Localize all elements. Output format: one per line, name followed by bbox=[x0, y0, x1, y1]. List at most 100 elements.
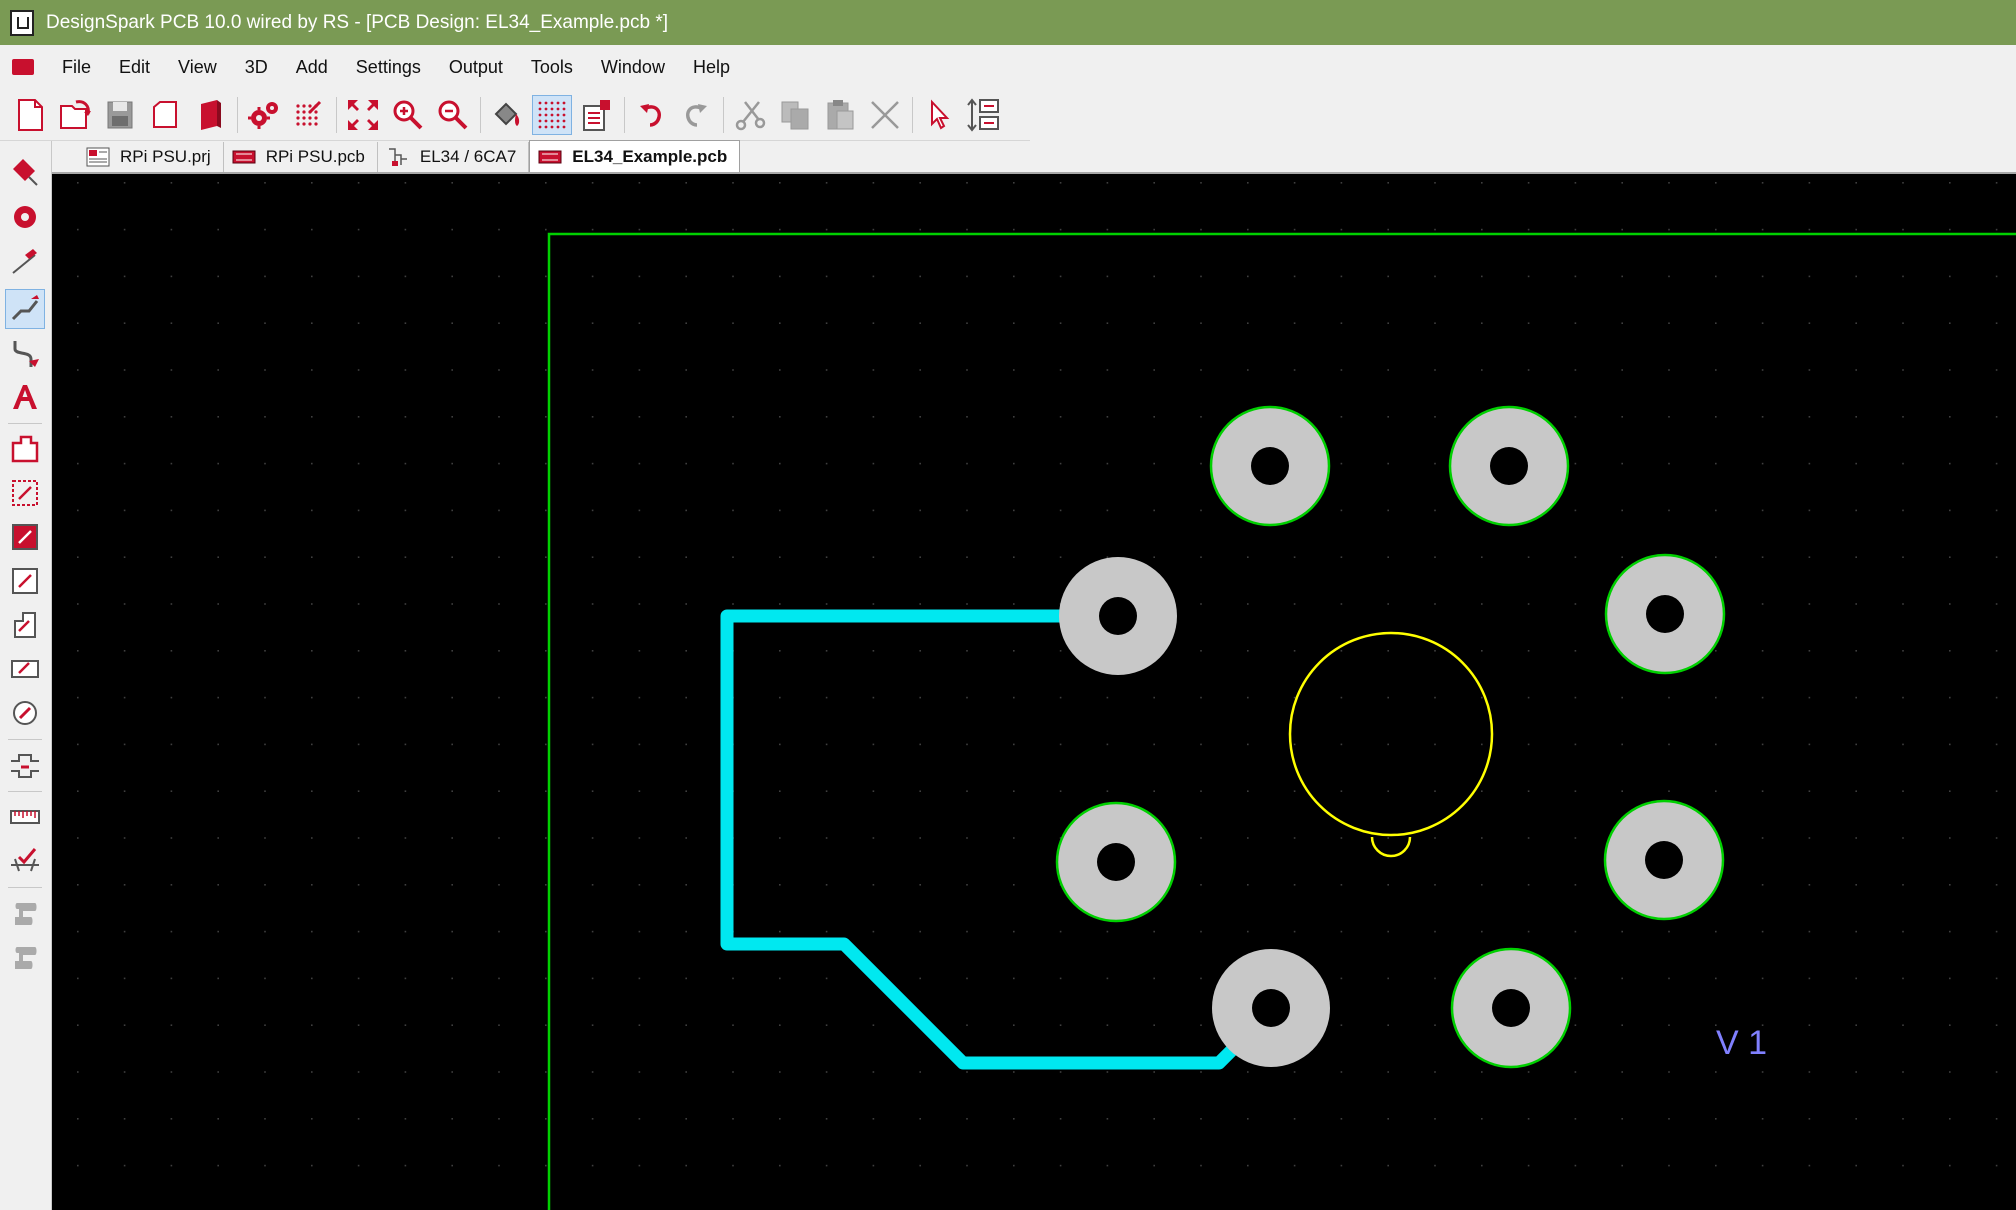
silkscreen-outline bbox=[1288, 631, 1494, 858]
pad-7[interactable] bbox=[1212, 949, 1330, 1067]
main-toolbar bbox=[0, 89, 1030, 141]
properties-icon bbox=[583, 99, 610, 131]
add-component-button[interactable] bbox=[5, 151, 45, 191]
zoom-out-button[interactable] bbox=[433, 95, 473, 135]
menu-add[interactable]: Add bbox=[282, 45, 342, 89]
add-doc-symbol-button[interactable] bbox=[5, 649, 45, 689]
tab-el34-example-pcb[interactable]: EL34_Example.pcb bbox=[529, 140, 741, 172]
copy-icon bbox=[781, 101, 809, 129]
pad-6[interactable] bbox=[1603, 799, 1725, 921]
ruler-icon bbox=[10, 810, 40, 824]
menu-settings[interactable]: Settings bbox=[342, 45, 435, 89]
assistant-1-button[interactable] bbox=[5, 893, 45, 933]
zoom-in-icon bbox=[393, 100, 423, 129]
menu-help[interactable]: Help bbox=[679, 45, 744, 89]
add-curved-track-button[interactable] bbox=[5, 333, 45, 373]
add-text-button[interactable] bbox=[5, 377, 45, 417]
left-tool-sidebar bbox=[0, 141, 52, 1210]
copy-button[interactable] bbox=[775, 95, 815, 135]
component-reference-label[interactable]: V 1 bbox=[1716, 1024, 1767, 1062]
add-copper-pour-button[interactable] bbox=[5, 517, 45, 557]
grid-dots-icon bbox=[296, 100, 322, 126]
menu-edit[interactable]: Edit bbox=[105, 45, 164, 89]
delete-x-icon bbox=[871, 100, 899, 129]
new-file-button[interactable] bbox=[10, 95, 50, 135]
tab-label: RPi PSU.prj bbox=[120, 147, 211, 166]
pad-4[interactable] bbox=[1604, 553, 1726, 675]
interaction-manager-button[interactable] bbox=[964, 95, 1004, 135]
pcb-drawing[interactable]: V 1 bbox=[52, 174, 2016, 1210]
add-shape-button[interactable] bbox=[5, 243, 45, 283]
menu-output[interactable]: Output bbox=[435, 45, 517, 89]
tab-label: RPi PSU.pcb bbox=[265, 147, 365, 166]
pad-1[interactable] bbox=[1209, 405, 1331, 527]
toolbar-separator bbox=[237, 96, 238, 133]
select-pointer-button[interactable] bbox=[919, 95, 959, 135]
interaction-manager-icon bbox=[967, 97, 999, 132]
app-icon bbox=[10, 9, 34, 36]
zoom-fit-icon bbox=[348, 99, 378, 130]
board-outline-button[interactable] bbox=[5, 429, 45, 469]
redo-button[interactable] bbox=[676, 95, 716, 135]
tab-el34-6ca7[interactable]: EL34 / 6CA7 bbox=[378, 142, 530, 172]
library-button[interactable] bbox=[190, 95, 230, 135]
sidebar-separator bbox=[8, 791, 42, 792]
undo-button[interactable] bbox=[631, 95, 671, 135]
add-pad-button[interactable] bbox=[5, 197, 45, 237]
paste-icon bbox=[827, 99, 854, 129]
cut-button[interactable] bbox=[730, 95, 770, 135]
open-file-icon bbox=[60, 99, 91, 129]
toolbar-separator bbox=[336, 96, 337, 133]
menu-view[interactable]: View bbox=[164, 45, 231, 89]
tab-rpi-psu-prj[interactable]: RPi PSU.prj bbox=[78, 142, 224, 172]
menu-window[interactable]: Window bbox=[587, 45, 679, 89]
toolbar-separator bbox=[912, 96, 913, 133]
track-icon bbox=[11, 295, 39, 321]
paint-bucket-icon bbox=[494, 102, 520, 126]
window-title: DesignSpark PCB 10.0 wired by RS - [PCB … bbox=[46, 11, 669, 33]
properties-button[interactable] bbox=[577, 95, 617, 135]
add-jumper-button[interactable] bbox=[5, 745, 45, 785]
project-icon bbox=[86, 147, 110, 167]
add-keepout-button[interactable] bbox=[5, 561, 45, 601]
copper-track[interactable] bbox=[720, 609, 1278, 1070]
add-track-button[interactable] bbox=[5, 289, 45, 329]
pad-2[interactable] bbox=[1448, 405, 1570, 527]
menu-bar: File Edit View 3D Add Settings Output To… bbox=[0, 45, 2016, 89]
delete-button[interactable] bbox=[865, 95, 905, 135]
save-button[interactable] bbox=[100, 95, 140, 135]
pad-3[interactable] bbox=[1059, 557, 1177, 675]
scissors-icon bbox=[735, 100, 766, 130]
fill-color-button[interactable] bbox=[487, 95, 527, 135]
grid-toggle-button[interactable] bbox=[532, 94, 572, 135]
component-icon bbox=[386, 147, 410, 167]
pad-5[interactable] bbox=[1055, 801, 1177, 923]
sidebar-separator bbox=[8, 887, 42, 888]
grid-settings-button[interactable] bbox=[289, 95, 329, 135]
assistant-2-button[interactable] bbox=[5, 937, 45, 977]
sidebar-separator bbox=[8, 423, 42, 424]
zoom-fit-button[interactable] bbox=[343, 95, 383, 135]
menu-file[interactable]: File bbox=[48, 45, 105, 89]
design-check-button[interactable] bbox=[5, 841, 45, 881]
open-folder-button[interactable] bbox=[145, 95, 185, 135]
undo-icon bbox=[640, 103, 661, 127]
add-template-button[interactable] bbox=[5, 605, 45, 645]
component-settings-button[interactable] bbox=[244, 95, 284, 135]
tab-rpi-psu-pcb[interactable]: RPi PSU.pcb bbox=[224, 142, 378, 172]
open-file-button[interactable] bbox=[55, 95, 95, 135]
area-dashed-icon bbox=[12, 480, 38, 506]
pcb-design-canvas[interactable]: V 1 bbox=[52, 174, 2016, 1210]
measure-button[interactable] bbox=[5, 797, 45, 837]
toolbar-separator bbox=[723, 96, 724, 133]
add-via-button[interactable] bbox=[5, 693, 45, 733]
grid-icon bbox=[538, 101, 566, 128]
component-icon bbox=[13, 159, 38, 186]
jumper-icon bbox=[11, 754, 39, 778]
add-area-button[interactable] bbox=[5, 473, 45, 513]
menu-tools[interactable]: Tools bbox=[517, 45, 587, 89]
zoom-in-button[interactable] bbox=[388, 95, 428, 135]
paste-button[interactable] bbox=[820, 95, 860, 135]
pad-8[interactable] bbox=[1450, 947, 1572, 1069]
menu-3d[interactable]: 3D bbox=[231, 45, 282, 89]
